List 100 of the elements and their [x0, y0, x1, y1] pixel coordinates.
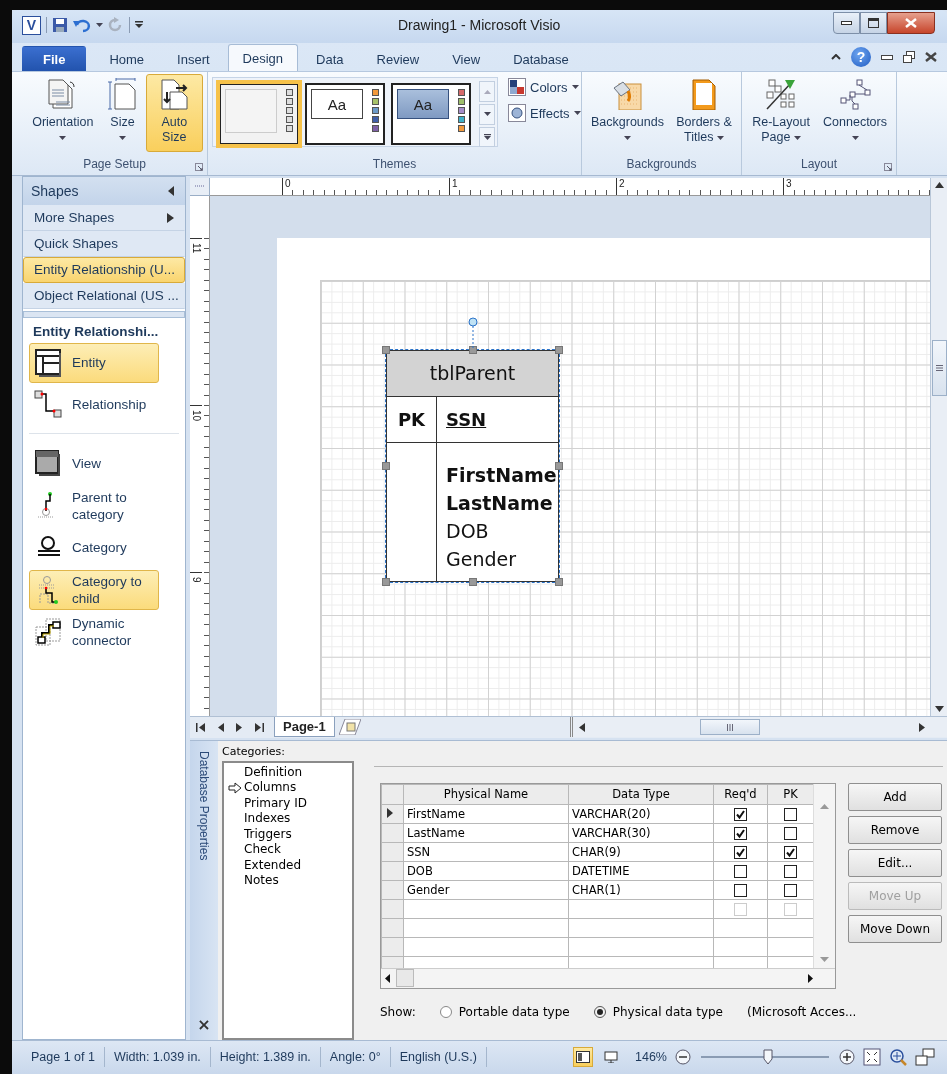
shape-item[interactable]: Entity — [29, 342, 159, 383]
ribbon-tab[interactable]: View — [437, 46, 496, 72]
selection-handle[interactable] — [468, 345, 477, 354]
shape-item[interactable]: Parent to category — [29, 485, 159, 526]
insert-page-icon[interactable] — [338, 719, 361, 736]
shape-item[interactable]: Relationship — [29, 384, 159, 425]
undo-icon[interactable] — [73, 17, 91, 33]
shape-item[interactable]: Dynamic connector — [29, 611, 159, 652]
selection-handle[interactable] — [382, 345, 390, 354]
checkbox[interactable] — [784, 826, 797, 840]
checkbox[interactable] — [734, 883, 747, 897]
checkbox[interactable] — [784, 864, 797, 878]
restore-icon[interactable] — [903, 51, 915, 64]
ribbon-tab[interactable]: Database — [498, 46, 584, 72]
property-section-item[interactable]: Primary ID — [228, 795, 352, 812]
ribbon-button[interactable]: Connectors — [818, 74, 892, 153]
selection-handle[interactable] — [555, 577, 563, 586]
ribbon-dropdown-button[interactable]: Colors — [508, 78, 581, 97]
checkbox[interactable] — [734, 864, 747, 878]
collapse-ribbon-icon[interactable] — [831, 54, 841, 61]
theme-thumbnail[interactable] — [219, 83, 299, 146]
ribbon-button[interactable]: Backgrounds — [586, 74, 669, 153]
scroll-down-icon[interactable] — [934, 705, 944, 712]
checkbox[interactable] — [784, 845, 797, 859]
theme-thumbnail[interactable]: Aa — [305, 83, 385, 146]
property-section-item[interactable]: Columns — [228, 780, 352, 796]
ribbon-button[interactable]: Orientation — [26, 74, 100, 153]
selection-handle[interactable] — [468, 577, 477, 586]
view-button[interactable] — [573, 1047, 593, 1068]
checkbox[interactable] — [784, 807, 797, 821]
stencil-item[interactable]: Object Relational (US ... — [23, 282, 185, 309]
scroll-left-icon[interactable] — [579, 722, 585, 732]
collapse-panel-icon[interactable] — [168, 185, 175, 196]
checkbox[interactable] — [734, 845, 747, 859]
action-button[interactable]: Add — [848, 782, 942, 811]
scroll-left-icon[interactable] — [385, 973, 390, 983]
ribbon-tab[interactable]: File — [22, 46, 87, 72]
scroll-up-icon[interactable] — [934, 181, 944, 188]
maximize-button[interactable] — [860, 12, 887, 34]
close-icon[interactable] — [925, 52, 937, 63]
ribbon-tab[interactable]: Insert — [162, 46, 225, 72]
last-page-icon[interactable] — [255, 722, 264, 732]
property-section-item[interactable]: Triggers — [228, 826, 352, 843]
save-icon[interactable] — [52, 17, 68, 33]
shape-item[interactable]: Category to child — [29, 569, 159, 610]
column-header[interactable]: PK — [767, 784, 813, 805]
ribbon-button[interactable]: Borders & Titles — [670, 74, 737, 153]
radio-button[interactable] — [439, 1005, 452, 1018]
theme-thumbnail[interactable]: Aa — [391, 83, 471, 146]
selection-handle[interactable] — [555, 461, 563, 470]
ribbon-tab[interactable]: Review — [361, 46, 435, 72]
caret-icon[interactable] — [96, 23, 103, 27]
more-shapes-menu[interactable]: More Shapes — [23, 204, 185, 231]
selection-handle[interactable] — [382, 577, 390, 586]
scroll-down-icon[interactable] — [483, 112, 491, 117]
minimize-button[interactable] — [833, 12, 860, 34]
customize-menu-icon[interactable] — [135, 21, 143, 29]
ribbon-button[interactable]: Re-Layout Page — [746, 74, 817, 153]
ribbon-tab[interactable]: Home — [94, 46, 160, 72]
next-page-icon[interactable] — [236, 722, 243, 732]
selection-handle[interactable] — [382, 461, 390, 470]
ribbon-button[interactable]: Auto Size — [145, 74, 203, 153]
ribbon-tab[interactable]: Design — [227, 44, 299, 72]
action-button[interactable]: Move Down — [848, 914, 942, 943]
stencil-item[interactable]: Entity Relationship (U... — [23, 256, 185, 283]
minimize-icon[interactable] — [881, 54, 893, 60]
property-section-item[interactable]: Extended — [228, 857, 352, 874]
scrollbar-thumb[interactable] — [700, 719, 760, 736]
checkbox[interactable] — [784, 883, 797, 897]
zoom-out-icon[interactable] — [675, 1049, 691, 1066]
action-button[interactable]: Remove — [848, 815, 942, 844]
selection-handle[interactable] — [555, 345, 563, 354]
stencil-item[interactable]: Quick Shapes — [23, 230, 185, 257]
zoom-in-icon[interactable] — [839, 1049, 855, 1066]
close-button[interactable] — [887, 12, 935, 34]
property-section-item[interactable]: Check — [228, 842, 352, 858]
column-header[interactable]: Data Type — [568, 784, 714, 805]
slider-thumb[interactable] — [762, 1049, 773, 1066]
property-section-item[interactable]: Indexes — [228, 811, 352, 827]
gallery-more-icon[interactable] — [483, 134, 491, 141]
rotation-handle[interactable] — [466, 316, 479, 351]
close-panel-button[interactable]: × — [197, 1014, 211, 1034]
first-page-icon[interactable] — [196, 722, 205, 732]
action-button[interactable]: Edit... — [848, 848, 942, 877]
ribbon-button[interactable]: Size — [101, 74, 144, 153]
ribbon-dropdown-button[interactable]: Effects — [508, 104, 581, 123]
column-header[interactable]: Physical Name — [403, 784, 569, 805]
radio-button[interactable] — [593, 1005, 606, 1018]
previous-page-icon[interactable] — [217, 722, 224, 732]
column-header[interactable]: Req'd — [713, 784, 768, 805]
dialog-launcher-icon[interactable] — [195, 162, 203, 171]
switch-windows-icon[interactable] — [915, 1048, 935, 1067]
scroll-right-icon[interactable] — [808, 973, 813, 983]
scrollbar-thumb[interactable] — [931, 339, 947, 396]
ribbon-tab[interactable]: Data — [301, 46, 359, 72]
checkbox[interactable] — [734, 807, 747, 821]
property-section-item[interactable]: Definition — [228, 764, 352, 781]
shape-item[interactable]: View — [29, 443, 159, 484]
property-section-item[interactable]: Notes — [228, 873, 352, 889]
page-tab[interactable]: Page-1 — [274, 717, 335, 738]
